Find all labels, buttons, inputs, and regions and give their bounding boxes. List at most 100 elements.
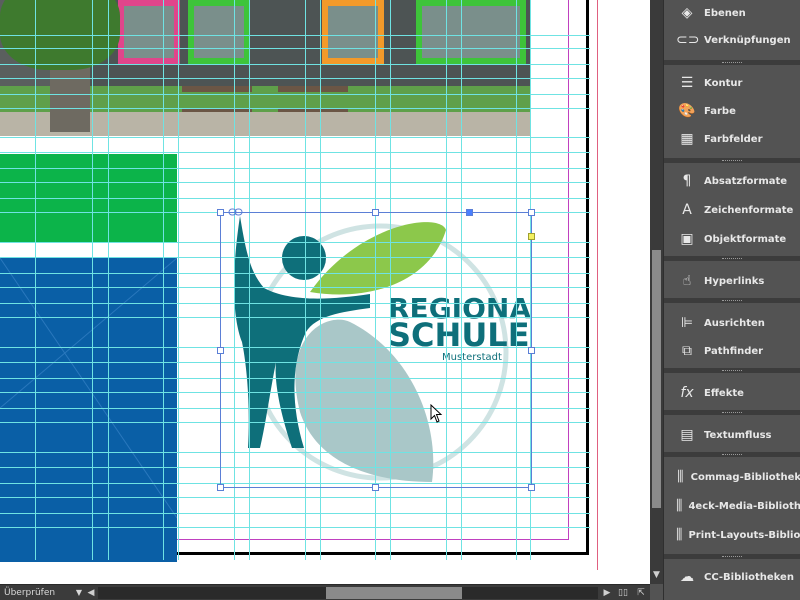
hyperlinks-icon: ☝	[682, 273, 692, 289]
panel-dock: ◈ Ebenen ⊂⊃ Verknüpfungen ☰ Kontur 🎨 Far…	[663, 0, 800, 600]
preflight-label: Überprüfen	[4, 588, 56, 598]
library-icon: ⫼	[676, 498, 683, 514]
panel-group-grip[interactable]	[664, 256, 800, 261]
panel-label: Print-Layouts-Bibliothek	[688, 529, 800, 541]
panel-label: Farbe	[704, 105, 736, 117]
panel-hyperlinks[interactable]: ☝ Hyperlinks	[664, 268, 800, 294]
expand-window-icon[interactable]: ⇱	[634, 586, 648, 600]
resize-handle-top-left[interactable]	[217, 209, 224, 216]
resize-handle-top[interactable]	[372, 209, 379, 216]
panel-objektformate[interactable]: ▣ Objektformate	[664, 226, 800, 252]
selection-frame[interactable]	[220, 212, 532, 488]
resize-handle-right[interactable]	[528, 347, 535, 354]
photo-window	[118, 0, 180, 64]
panel-label: Commag-Bibliothek	[690, 471, 800, 483]
align-icon: ⊫	[680, 315, 694, 331]
panel-group-grip[interactable]	[664, 158, 800, 163]
panel-label: Ebenen	[704, 7, 746, 19]
panel-label: Effekte	[704, 387, 744, 399]
page-edge-right	[586, 0, 589, 555]
content-grabber-handle[interactable]	[466, 209, 473, 216]
panel-group-grip[interactable]	[664, 410, 800, 415]
swatches-icon: ▦	[680, 131, 694, 147]
panel-label: Textumfluss	[704, 429, 772, 441]
margin-guide-vertical	[568, 0, 569, 540]
photo-tree-crown	[0, 0, 120, 70]
school-building-photo[interactable]	[0, 0, 530, 136]
page-edge-bottom	[177, 552, 589, 555]
panel-farbfelder[interactable]: ▦ Farbfelder	[664, 126, 800, 152]
resize-handle-bottom[interactable]	[372, 484, 379, 491]
panel-label: Hyperlinks	[704, 275, 765, 287]
resize-handle-bottom-left[interactable]	[217, 484, 224, 491]
panel-verknuepfungen[interactable]: ⊂⊃ Verknüpfungen	[664, 27, 800, 53]
scroll-right-arrow-icon[interactable]: ▶	[600, 586, 614, 600]
blue-color-block[interactable]	[0, 257, 178, 562]
panel-ebenen[interactable]: ◈ Ebenen	[664, 0, 800, 26]
color-palette-icon: 🎨	[678, 103, 696, 119]
panel-label: CC-Bibliotheken	[704, 571, 794, 583]
panel-absatzformate[interactable]: ¶ Absatzformate	[664, 168, 800, 194]
photo-window	[322, 0, 384, 64]
panel-ausrichten[interactable]: ⊫ Ausrichten	[664, 310, 800, 336]
panel-group-grip[interactable]	[664, 298, 800, 303]
preflight-dropdown[interactable]: Überprüfen ▼	[2, 586, 84, 600]
blue-block-crosshatch	[0, 257, 178, 519]
guide-line	[0, 137, 590, 138]
panel-label: Farbfelder	[704, 133, 763, 145]
live-corner-handle[interactable]	[528, 233, 535, 240]
panel-commag-bibliothek[interactable]: ⫼ Commag-Bibliothek	[664, 464, 800, 490]
photo-bench	[278, 86, 348, 112]
panel-label: Absatzformate	[704, 175, 788, 187]
indesign-window: REGIONAL SCHULE Musterstadt	[0, 0, 800, 600]
panel-label: Kontur	[704, 77, 743, 89]
panel-print-layouts-bibliothek[interactable]: ⫼ Print-Layouts-Bibliothek	[664, 522, 800, 548]
panel-zeichenformate[interactable]: A Zeichenformate	[664, 197, 800, 223]
panel-cc-bibliotheken[interactable]: ☁ CC-Bibliotheken	[664, 564, 800, 590]
resize-handle-left[interactable]	[217, 347, 224, 354]
resize-handle-bottom-right[interactable]	[528, 484, 535, 491]
document-canvas[interactable]: REGIONAL SCHULE Musterstadt	[0, 0, 650, 584]
panel-group-grip[interactable]	[664, 554, 800, 559]
photo-window	[416, 0, 526, 64]
panel-kontur[interactable]: ☰ Kontur	[664, 70, 800, 96]
panel-label: Objektformate	[704, 233, 787, 245]
guide-line	[0, 152, 590, 153]
library-icon: ⫼	[676, 527, 683, 543]
panel-label: Zeichenformate	[704, 204, 794, 216]
green-color-block[interactable]	[0, 154, 177, 242]
panel-label: Verknüpfungen	[704, 34, 791, 46]
panel-pathfinder[interactable]: ⧉ Pathfinder	[664, 338, 800, 364]
panel-effekte[interactable]: fx Effekte	[664, 380, 800, 406]
status-bar: Überprüfen ▼ ◀ ▶ ▯▯ ⇱	[0, 584, 650, 600]
effects-icon: fx	[680, 385, 694, 401]
scroll-down-arrow-icon[interactable]: ▼	[650, 568, 663, 582]
panel-label: 4eck-Media-Bibliothek	[688, 500, 800, 512]
panel-label: Ausrichten	[704, 317, 765, 329]
photo-window	[188, 0, 250, 64]
panel-textumfluss[interactable]: ▤ Textumfluss	[664, 422, 800, 448]
links-icon: ⊂⊃	[676, 32, 700, 48]
resize-handle-top-right[interactable]	[528, 209, 535, 216]
chevron-down-icon: ▼	[75, 588, 82, 597]
panel-group-grip[interactable]	[664, 368, 800, 373]
link-icon[interactable]	[228, 208, 244, 217]
text-wrap-icon: ▤	[680, 427, 694, 443]
panel-farbe[interactable]: 🎨 Farbe	[664, 98, 800, 124]
layers-icon: ◈	[681, 5, 693, 21]
library-icon: ⫼	[677, 469, 684, 485]
horizontal-scrollbar-thumb[interactable]	[326, 587, 462, 599]
vertical-scrollbar-thumb[interactable]	[652, 250, 661, 508]
margin-guide-horizontal	[177, 539, 569, 540]
split-window-icon[interactable]: ▯▯	[616, 586, 630, 600]
pathfinder-icon: ⧉	[682, 343, 692, 359]
panel-group-grip[interactable]	[664, 60, 800, 65]
horizontal-scrollbar[interactable]	[98, 587, 598, 599]
scroll-left-arrow-icon[interactable]: ◀	[84, 586, 98, 600]
panel-group-grip[interactable]	[664, 452, 800, 457]
photo-bench	[182, 86, 252, 112]
mouse-pointer-icon	[430, 404, 443, 423]
panel-4eck-media-bibliothek[interactable]: ⫼ 4eck-Media-Bibliothek	[664, 493, 800, 519]
vertical-scrollbar[interactable]: ▼	[650, 0, 663, 584]
character-styles-icon: A	[682, 202, 692, 218]
